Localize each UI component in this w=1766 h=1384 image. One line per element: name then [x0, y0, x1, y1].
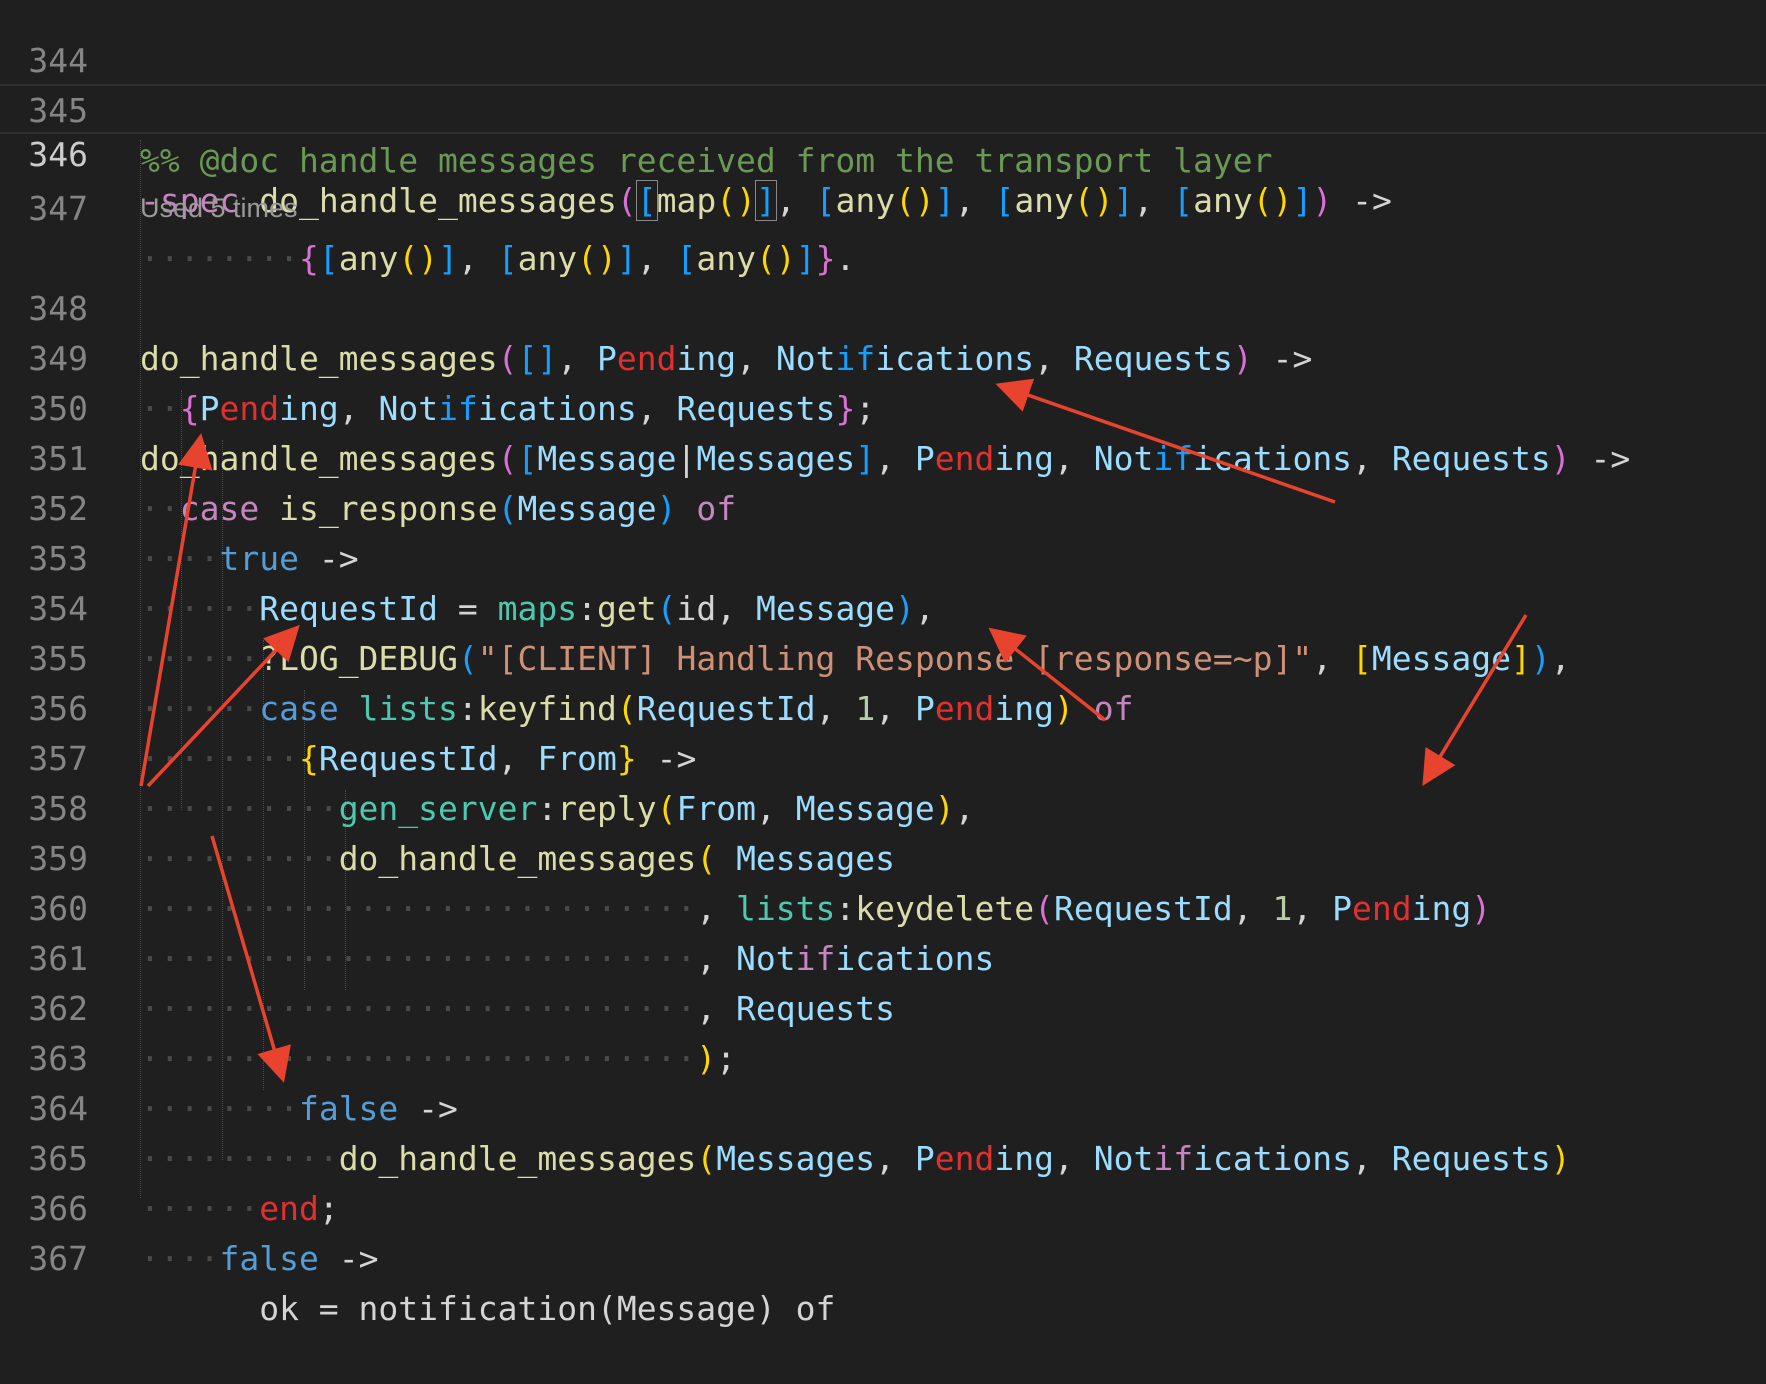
code-line-351[interactable]: 351 ··case is_response(Message) of	[0, 384, 1766, 528]
code-line-365[interactable]: 365 ······end;	[0, 1084, 1766, 1228]
code-line-355[interactable]: 355 ······case lists:keyfind(RequestId, …	[0, 584, 1766, 728]
code-text: ok = notification(Message) of	[140, 1289, 836, 1328]
code-line-357[interactable]: 357 ··········gen_server:reply(From, Mes…	[0, 684, 1766, 828]
code-line-362[interactable]: 362 ····························);	[0, 934, 1766, 1078]
code-line-345[interactable]: 345 %% @doc handle messages received fro…	[0, 36, 1766, 180]
code-line-348[interactable]: 348 do_handle_messages([], Pending, Noti…	[0, 234, 1766, 378]
code-line-366[interactable]: 366 ····false ->	[0, 1134, 1766, 1278]
code-line-364[interactable]: 364 ··········do_handle_messages(Message…	[0, 1034, 1766, 1178]
code-line-353[interactable]: 353 ······RequestId = maps:get(id, Messa…	[0, 484, 1766, 628]
code-line-346[interactable]: 346 -spec do_handle_messages([map()], [a…	[0, 84, 1766, 221]
code-line-350[interactable]: 350 do_handle_messages([Message|Messages…	[0, 334, 1766, 478]
code-line-349[interactable]: 349 ··{Pending, Notifications, Requests}…	[0, 284, 1766, 428]
code-line-356[interactable]: 356 ········{RequestId, From} ->	[0, 634, 1766, 778]
codelens-usage[interactable]: Used 5 times	[140, 190, 298, 226]
code-line-360[interactable]: 360 ····························, Notifi…	[0, 834, 1766, 978]
code-line-344[interactable]: 344	[0, 0, 1766, 80]
code-line-354[interactable]: 354 ······?LOG_DEBUG("[CLIENT] Handling …	[0, 534, 1766, 678]
code-line-359[interactable]: 359 ····························, lists:…	[0, 784, 1766, 928]
code-line-352[interactable]: 352 ····true ->	[0, 434, 1766, 578]
code-line-361[interactable]: 361 ····························, Reques…	[0, 884, 1766, 1028]
code-text: -spec do_handle_messages([map()], [any()…	[140, 180, 1392, 221]
code-line-347[interactable]: 347 ········{[any()], [any()], [any()]}.	[0, 134, 1766, 278]
code-editor[interactable]: 344 345 %% @doc handle messages received…	[0, 0, 1766, 1328]
code-line-367[interactable]: 367 ok = notification(Message) of	[0, 1184, 1766, 1328]
line-number: 367	[28, 1239, 88, 1278]
code-line-358[interactable]: 358 ··········do_handle_messages( Messag…	[0, 734, 1766, 878]
code-line-363[interactable]: 363 ········false ->	[0, 984, 1766, 1128]
code-text: ····false ->	[140, 1239, 379, 1278]
line-number: 347	[28, 189, 88, 228]
